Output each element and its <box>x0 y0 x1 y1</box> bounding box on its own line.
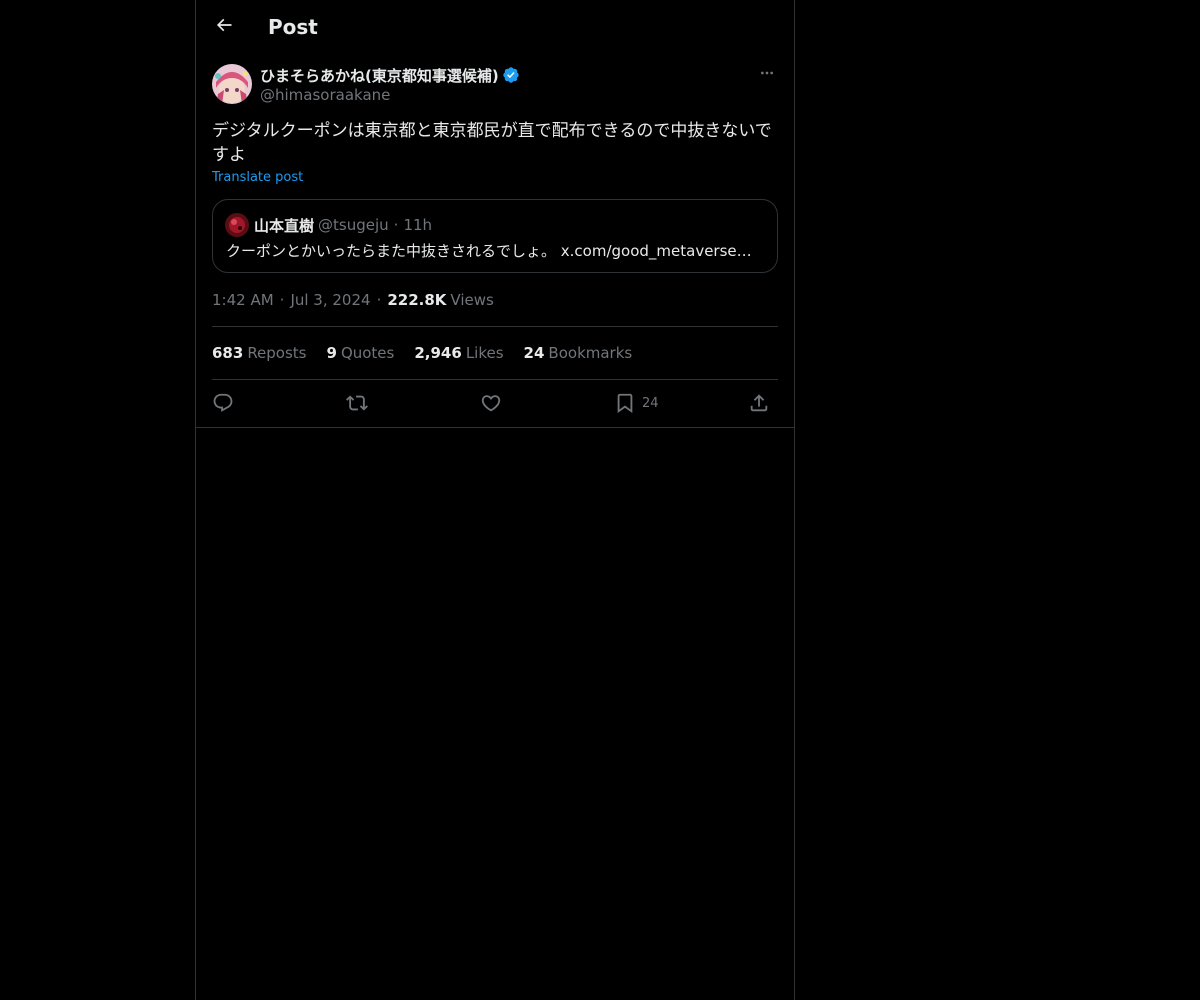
reply-button[interactable] <box>212 388 234 418</box>
author-display-name[interactable]: ひまそらあかね(東京都知事選候補) <box>260 65 499 86</box>
post-meta: 1:42 AM · Jul 3, 2024 · 222.8K Views <box>212 290 494 310</box>
meta-separator: · <box>376 291 382 309</box>
share-icon <box>748 392 770 414</box>
bookmark-button[interactable]: 24 <box>614 388 659 418</box>
main-column: Post ひまそらあかね(東京都知事選候補) @himasoraakane デジ… <box>195 0 795 1000</box>
arrow-left-icon <box>214 15 234 39</box>
quote-text: クーポンとかいったらまた中抜きされるでしょ。 x.com/good_metave… <box>226 242 752 260</box>
reposts-count: 683 <box>212 344 244 362</box>
author-name-row: ひまそらあかね(東京都知事選候補) <box>260 65 520 85</box>
verified-badge-icon[interactable] <box>502 66 520 84</box>
quote-timestamp: 11h <box>403 216 433 234</box>
bookmarks-count: 24 <box>523 344 545 362</box>
back-button[interactable] <box>208 11 240 43</box>
heart-icon <box>480 392 502 414</box>
reposts-label: Reposts <box>247 344 307 362</box>
quote-author-name: 山本直樹 <box>254 216 315 235</box>
page-title: Post <box>268 15 318 39</box>
repost-icon <box>346 392 368 414</box>
quote-author-avatar <box>225 213 249 237</box>
post-date[interactable]: Jul 3, 2024 <box>290 291 370 309</box>
bookmarks-stat[interactable]: 24 Bookmarks <box>524 344 633 362</box>
post-bottom-border <box>196 427 794 428</box>
divider <box>212 326 778 327</box>
reposts-stat[interactable]: 683 Reposts <box>212 344 307 362</box>
divider <box>212 379 778 380</box>
post-text: デジタルクーポンは東京都と東京都民が直で配布できるので中抜きないですよ <box>212 121 772 165</box>
views-count: 222.8K <box>387 291 447 309</box>
like-button[interactable] <box>480 388 502 418</box>
author-avatar[interactable] <box>212 64 252 104</box>
quotes-count: 9 <box>326 344 337 362</box>
more-horizontal-icon <box>759 65 775 85</box>
likes-label: Likes <box>465 344 504 362</box>
quoted-post[interactable]: 山本直樹 @tsugeju · 11h クーポンとかいったらまた中抜きされるでし… <box>212 199 778 273</box>
views-label: Views <box>450 291 494 309</box>
post-time[interactable]: 1:42 AM <box>212 291 274 309</box>
page-header: Post <box>196 0 794 54</box>
post-actions: 24 <box>212 388 778 418</box>
repost-button[interactable] <box>346 388 368 418</box>
share-button[interactable] <box>748 388 770 418</box>
likes-stat[interactable]: 2,946 Likes <box>414 344 503 362</box>
post-stats: 683 Reposts 9 Quotes 2,946 Likes 24 Bookmark… <box>212 343 652 363</box>
quote-separator: · <box>393 216 399 234</box>
translate-post-link[interactable]: Translate post <box>212 170 303 185</box>
author-handle[interactable]: @himasoraakane <box>260 86 390 104</box>
quote-author-handle: @tsugeju <box>318 216 389 234</box>
quotes-stat[interactable]: 9 Quotes <box>327 344 395 362</box>
bookmark-count: 24 <box>642 395 659 411</box>
reply-icon <box>212 392 234 414</box>
more-options-button[interactable] <box>756 64 778 86</box>
likes-count: 2,946 <box>414 344 462 362</box>
bookmark-icon <box>614 392 636 414</box>
quote-header: 山本直樹 @tsugeju · 11h <box>254 213 432 237</box>
quotes-label: Quotes <box>340 344 395 362</box>
bookmarks-label: Bookmarks <box>548 344 633 362</box>
meta-separator: · <box>279 291 285 309</box>
post-author: ひまそらあかね(東京都知事選候補) @himasoraakane <box>212 64 778 108</box>
